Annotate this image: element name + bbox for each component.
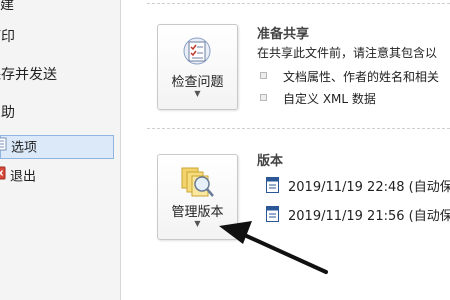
annotation-arrow-icon	[219, 221, 328, 274]
